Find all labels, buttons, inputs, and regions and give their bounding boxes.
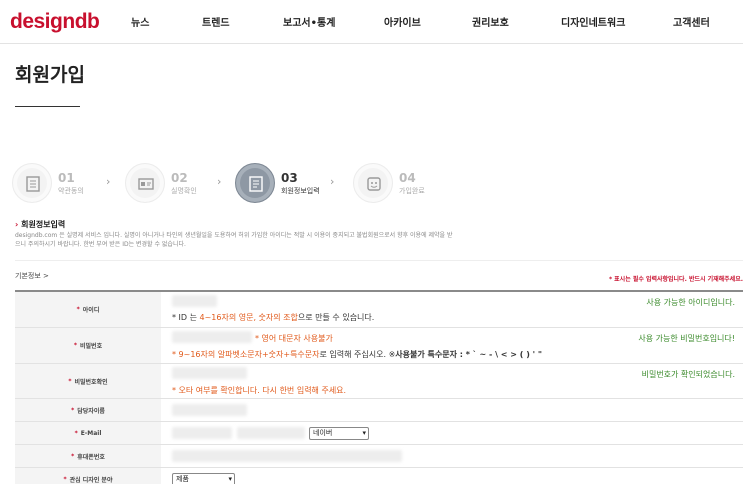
password-warn: * 영어 대문자 사용불가 bbox=[255, 334, 333, 343]
nav-report[interactable]: 보고서•통계 bbox=[283, 14, 335, 29]
bullet-icon: › bbox=[15, 220, 19, 229]
field-label: * 아이디 bbox=[15, 292, 161, 327]
password-rule-note: * 9~16자의 알파벳소문자+숫자+특수문자로 입력해 주십시오. ※사용불가… bbox=[172, 350, 543, 359]
row-id: * 아이디 사용 가능한 아이디입니다. * ID 는 4~16자의 영문, 숫자… bbox=[15, 292, 743, 328]
top-header: designdb 뉴스 트렌드 보고서•통계 아카이브 권리보호 디자인네트워크… bbox=[0, 0, 743, 44]
design-field-select[interactable]: 제품 ▾ bbox=[172, 473, 235, 484]
step-name: 가입완료 bbox=[399, 187, 425, 195]
section-title: › 회원정보입력 bbox=[15, 219, 65, 230]
step-4: 04 가입완료 bbox=[353, 163, 463, 203]
page-title: 회원가입 bbox=[15, 64, 85, 86]
step-name: 회원정보입력 bbox=[281, 187, 320, 195]
password-confirm-ok: 비밀번호가 확인되었습니다. bbox=[641, 370, 735, 379]
section-title-text: 회원정보입력 bbox=[21, 220, 66, 229]
password-confirm-note: * 오타 여부를 확인합니다. 다시 한번 입력해 주세요. bbox=[172, 386, 347, 395]
email-domain-input[interactable] bbox=[237, 427, 305, 439]
password-confirm-input[interactable] bbox=[172, 367, 247, 379]
chevron-down-icon: ▾ bbox=[228, 475, 232, 483]
id-input[interactable] bbox=[172, 295, 217, 307]
field-label: * 휴대폰번호 bbox=[15, 445, 161, 467]
chevron-down-icon: ▾ bbox=[362, 429, 366, 437]
id-rule-note: * ID 는 4~16자의 영문, 숫자의 조합으로 만들 수 있습니다. bbox=[172, 313, 375, 322]
divider bbox=[15, 260, 743, 261]
field-label: * 비밀번호 bbox=[15, 328, 161, 363]
field-label: * E-Mail bbox=[15, 422, 161, 444]
title-underline bbox=[15, 106, 80, 107]
row-email: * E-Mail 네이버 ▾ bbox=[15, 422, 743, 445]
id-card-icon bbox=[125, 163, 165, 203]
signup-steps: 01 약관동의 › 02 실명확인 › 03 회원정보입력 › 04 가입완료 bbox=[0, 160, 743, 208]
id-ok-message: 사용 가능한 아이디입니다. bbox=[646, 298, 735, 307]
signup-form: * 아이디 사용 가능한 아이디입니다. * ID 는 4~16자의 영문, 숫자… bbox=[15, 290, 743, 484]
nav-trend[interactable]: 트렌드 bbox=[202, 14, 230, 29]
step-number: 01 bbox=[58, 171, 75, 185]
field-label: * 비밀번호확인 bbox=[15, 364, 161, 398]
document-icon bbox=[12, 163, 52, 203]
step-name: 약관동의 bbox=[58, 187, 84, 195]
manager-name-input[interactable] bbox=[172, 404, 247, 416]
step-number: 02 bbox=[171, 171, 188, 185]
field-label: * 관심 디자인 분야 bbox=[15, 468, 161, 484]
nav-rights[interactable]: 권리보호 bbox=[472, 14, 509, 29]
section-description: designdb.com 은 실명제 서비스 입니다. 실명이 아니거나 타인의… bbox=[15, 232, 453, 248]
step-number: 04 bbox=[399, 171, 416, 185]
smile-icon bbox=[353, 163, 393, 203]
nav-design-network[interactable]: 디자인네트워크 bbox=[561, 14, 625, 29]
field-label: * 담당자이름 bbox=[15, 399, 161, 421]
row-mobile: * 휴대폰번호 bbox=[15, 445, 743, 468]
row-password: * 비밀번호 * 영어 대문자 사용불가 사용 가능한 비밀번호입니다! * 9~… bbox=[15, 328, 743, 364]
row-manager-name: * 담당자이름 bbox=[15, 399, 743, 422]
step-3: 03 회원정보입력 bbox=[235, 163, 345, 203]
main-nav: 뉴스 트렌드 보고서•통계 아카이브 권리보호 디자인네트워크 고객센터 bbox=[0, 14, 743, 32]
chevron-right-icon: › bbox=[217, 175, 222, 188]
basic-info-label: 기본정보 > bbox=[15, 272, 49, 280]
email-domain-select[interactable]: 네이버 ▾ bbox=[309, 427, 369, 440]
nav-archive[interactable]: 아카이브 bbox=[384, 14, 421, 29]
step-name: 실명확인 bbox=[171, 187, 197, 195]
chevron-right-icon: › bbox=[106, 175, 111, 188]
step-number: 03 bbox=[281, 171, 298, 185]
required-note: * 표시는 필수 입력사항입니다. 반드시 기재해주세요. bbox=[608, 276, 743, 283]
password-input[interactable] bbox=[172, 331, 252, 343]
mobile-input[interactable] bbox=[172, 450, 402, 462]
email-id-input[interactable] bbox=[172, 427, 232, 439]
row-design-field: * 관심 디자인 분야 제품 ▾ bbox=[15, 468, 743, 484]
chevron-right-icon: › bbox=[330, 175, 335, 188]
form-icon bbox=[235, 163, 275, 203]
password-ok-message: 사용 가능한 비밀번호입니다! bbox=[638, 334, 735, 343]
nav-news[interactable]: 뉴스 bbox=[131, 14, 149, 29]
row-password-confirm: * 비밀번호확인 비밀번호가 확인되었습니다. * 오타 여부를 확인합니다. 다… bbox=[15, 364, 743, 399]
nav-customer-center[interactable]: 고객센터 bbox=[673, 14, 710, 29]
